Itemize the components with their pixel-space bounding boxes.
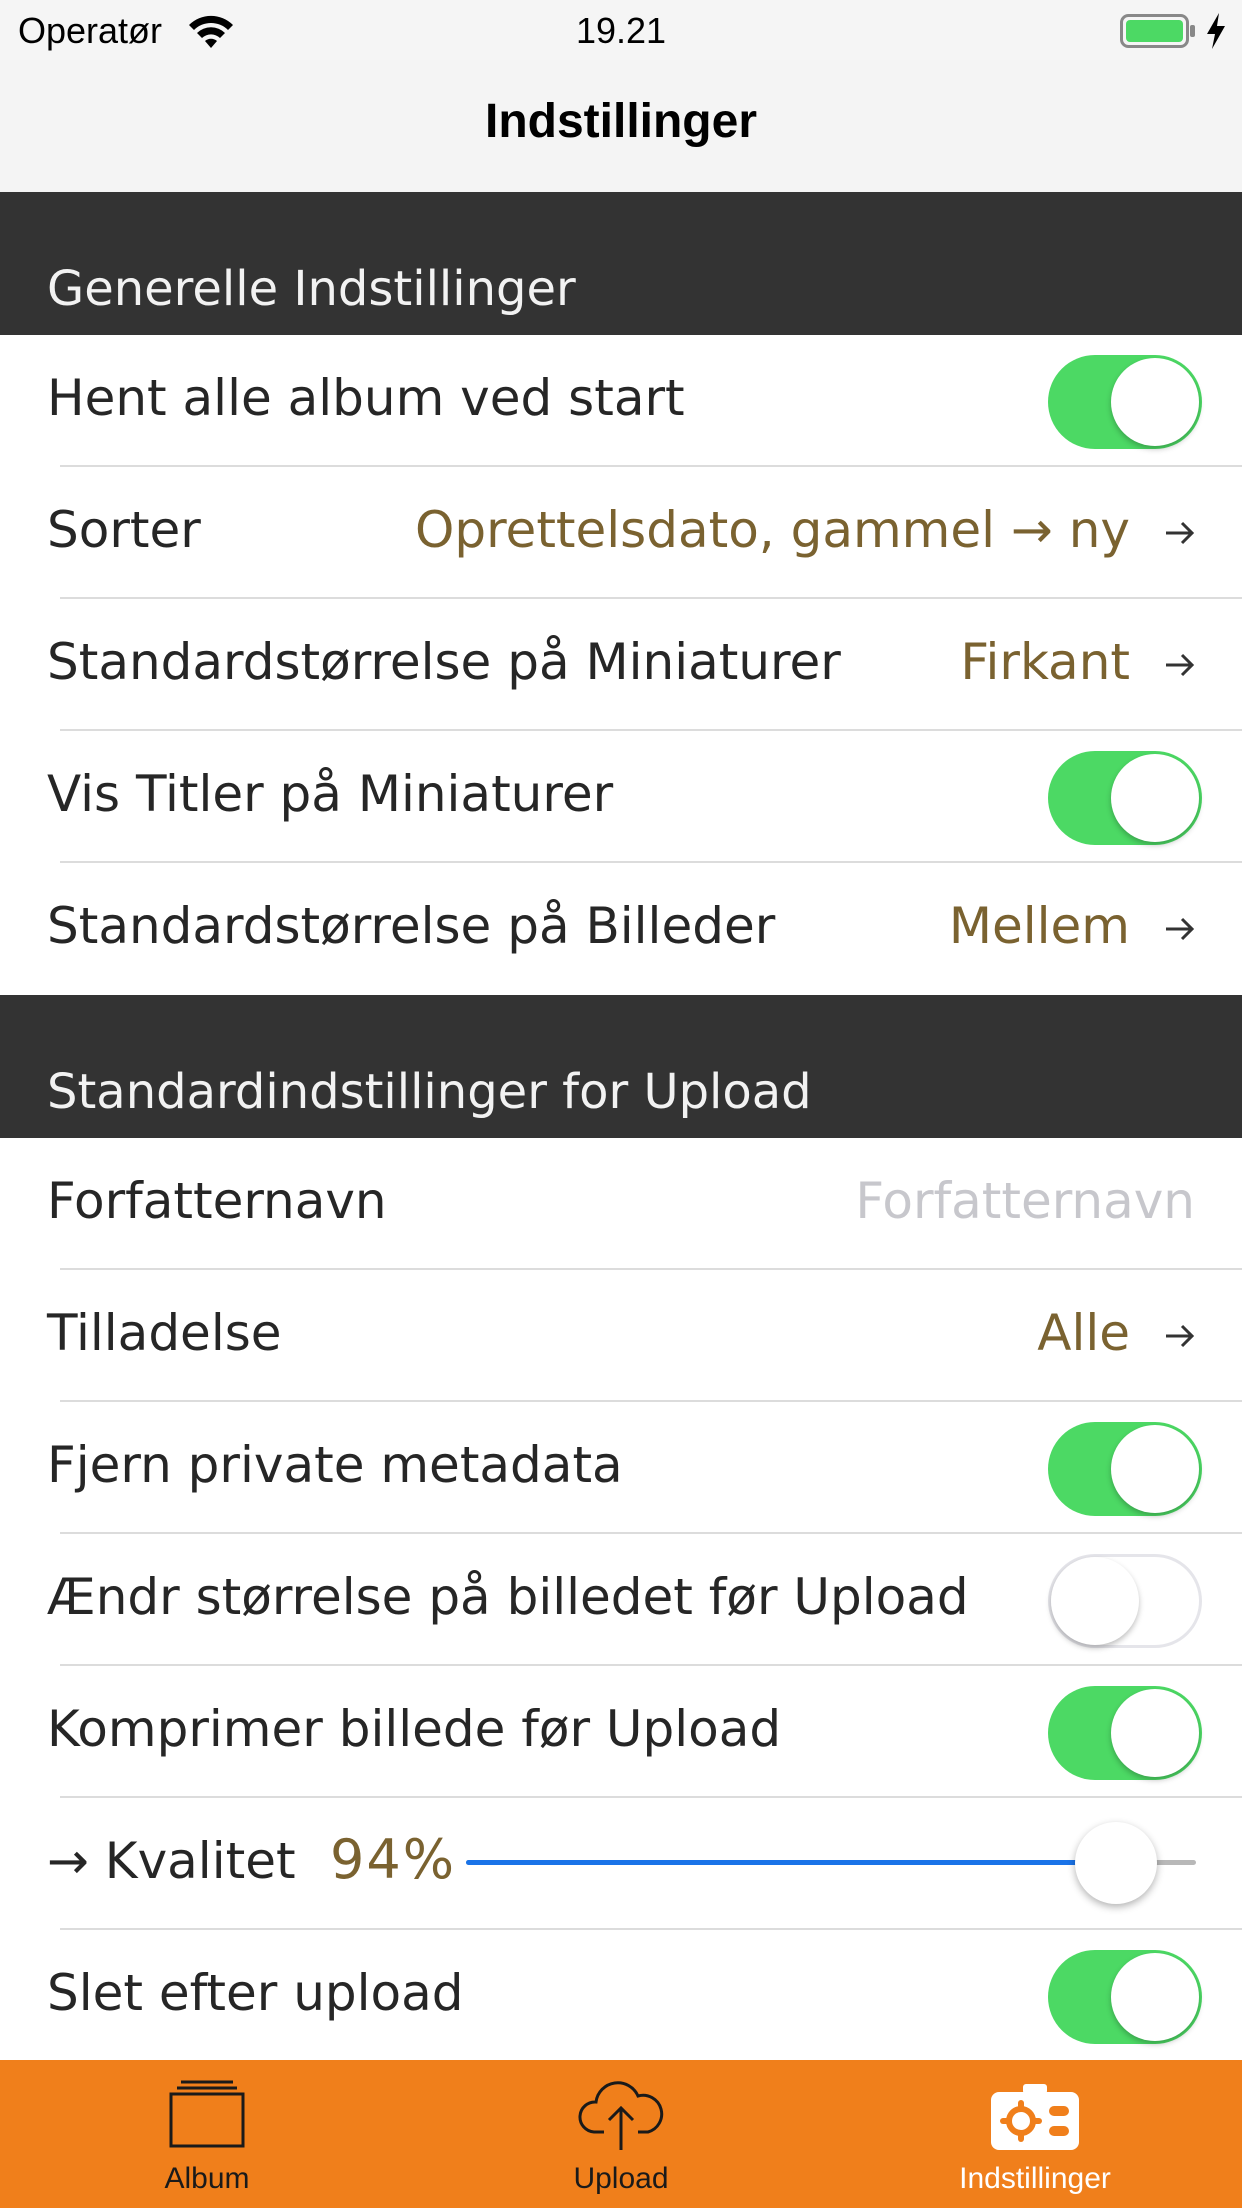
show-titles-toggle[interactable] <box>1048 751 1202 845</box>
setting-row-show-titles: Vis Titler på Miniaturer <box>0 731 1242 863</box>
charging-bolt-icon <box>1207 13 1225 49</box>
setting-label: Forfatternavn <box>47 1172 387 1230</box>
navigation-bar: Indstillinger <box>0 60 1242 192</box>
section-header-label: Generelle Indstillinger <box>47 261 576 317</box>
status-bar: Operatør 19.21 <box>0 0 1242 60</box>
setting-row-load-all-albums: Hent alle album ved start <box>0 335 1242 467</box>
setting-row-delete-after-upload: Slet efter upload <box>0 1930 1242 2062</box>
toggle-knob <box>1111 1425 1199 1513</box>
permission-value: Alle <box>1037 1304 1130 1362</box>
toggle-knob <box>1111 1689 1199 1777</box>
strip-metadata-toggle[interactable] <box>1048 1422 1202 1516</box>
section-header-label: Standardindstillinger for Upload <box>47 1064 812 1120</box>
setting-label: Sorter <box>47 501 201 559</box>
compress-toggle[interactable] <box>1048 1686 1202 1780</box>
page-title: Indstillinger <box>484 95 757 148</box>
delete-after-upload-toggle[interactable] <box>1048 1950 1202 2044</box>
arrow-right-icon <box>1166 1324 1195 1348</box>
toggle-knob <box>1111 1953 1199 2041</box>
image-size-value: Mellem <box>948 897 1130 955</box>
quality-slider[interactable] <box>466 1822 1196 1904</box>
settings-icon <box>991 2084 1079 2150</box>
sort-value: Oprettelsdato, gammel → ny <box>415 501 1130 559</box>
tab-settings[interactable]: Indstillinger <box>828 2060 1242 2208</box>
arrow-right-icon <box>1166 917 1195 941</box>
setting-label: → Kvalitet <box>47 1832 296 1890</box>
setting-row-compress: Komprimer billede før Upload <box>0 1666 1242 1798</box>
battery-icon <box>1120 14 1195 48</box>
load-all-albums-toggle[interactable] <box>1048 355 1202 449</box>
album-icon <box>169 2080 245 2148</box>
setting-row-author: Forfatternavn Forfatternavn <box>0 1138 1242 1270</box>
setting-row-quality: → Kvalitet 94% <box>0 1798 1242 1930</box>
arrow-right-icon <box>1166 521 1195 545</box>
setting-row-image-size[interactable]: Standardstørrelse på Billeder Mellem <box>0 863 1242 995</box>
thumbnail-size-value: Firkant <box>960 633 1130 691</box>
setting-label: Fjern private metadata <box>47 1436 623 1494</box>
cloud-upload-icon <box>578 2081 664 2150</box>
quality-value: 94% <box>330 1828 457 1891</box>
toggle-knob <box>1111 754 1199 842</box>
section-header-general: Generelle Indstillinger <box>0 192 1242 335</box>
author-name-input[interactable]: Forfatternavn <box>855 1172 1195 1230</box>
setting-row-resize: Ændr størrelse på billedet før Upload <box>0 1534 1242 1666</box>
tab-upload[interactable]: Upload <box>414 2060 828 2208</box>
setting-label: Ændr størrelse på billedet før Upload <box>47 1568 969 1626</box>
tab-bar: Album Upload Indstillinger <box>0 2060 1242 2208</box>
setting-row-strip-metadata: Fjern private metadata <box>0 1402 1242 1534</box>
clock: 19.21 <box>575 10 667 51</box>
toggle-knob <box>1051 1557 1139 1645</box>
setting-label: Tilladelse <box>47 1304 282 1362</box>
section-header-upload: Standardindstillinger for Upload <box>0 995 1242 1138</box>
resize-toggle[interactable] <box>1048 1554 1202 1648</box>
setting-row-thumbnail-size[interactable]: Standardstørrelse på Miniaturer Firkant <box>0 599 1242 731</box>
arrow-right-icon <box>1166 653 1195 677</box>
slider-thumb[interactable] <box>1075 1822 1157 1904</box>
toggle-knob <box>1111 358 1199 446</box>
setting-label: Komprimer billede før Upload <box>47 1700 782 1758</box>
slider-fill <box>466 1860 1116 1865</box>
setting-label: Standardstørrelse på Billeder <box>47 897 776 955</box>
tab-album[interactable]: Album <box>0 2060 414 2208</box>
tab-label: Upload <box>573 2162 669 2195</box>
setting-row-sort[interactable]: Sorter Oprettelsdato, gammel → ny <box>0 467 1242 599</box>
setting-row-permission[interactable]: Tilladelse Alle <box>0 1270 1242 1402</box>
setting-label: Vis Titler på Miniaturer <box>47 765 614 823</box>
tab-label: Indstillinger <box>959 2162 1111 2195</box>
setting-label: Slet efter upload <box>47 1964 464 2022</box>
setting-label: Standardstørrelse på Miniaturer <box>47 633 841 691</box>
tab-label: Album <box>164 2162 250 2195</box>
setting-label: Hent alle album ved start <box>47 369 685 427</box>
